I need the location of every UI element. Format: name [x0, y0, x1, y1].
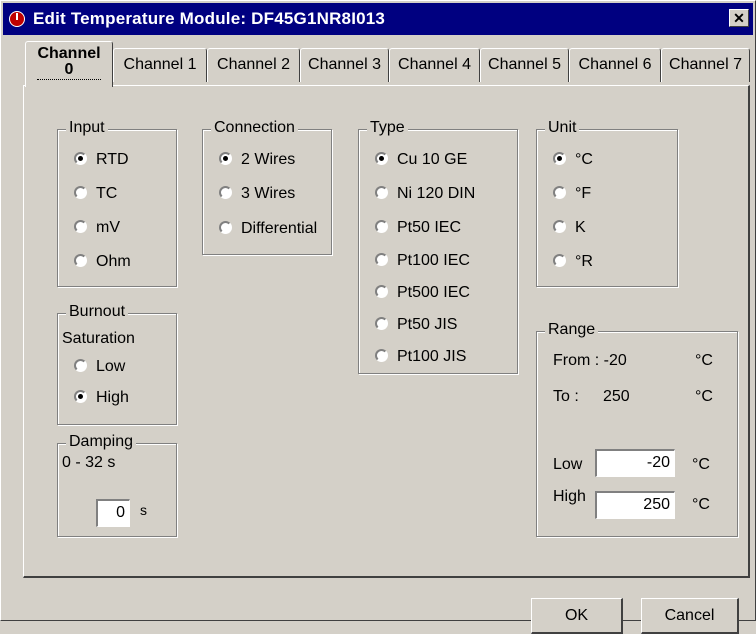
- damping-unit: s: [140, 502, 147, 518]
- title-bar[interactable]: Edit Temperature Module: DF45G1NR8I013 ✕: [3, 3, 753, 35]
- type-group: Type Cu 10 GE Ni 120 DIN Pt50 IEC Pt100 …: [358, 119, 518, 374]
- radio-selected-icon: [74, 390, 87, 403]
- input-option-tc[interactable]: TC: [74, 183, 117, 205]
- close-button[interactable]: ✕: [729, 9, 749, 27]
- unit-option-rankine[interactable]: °R: [553, 251, 593, 273]
- tab-channel-7[interactable]: Channel 7: [661, 48, 750, 82]
- radio-selected-icon: [219, 152, 232, 165]
- radio-icon: [375, 253, 388, 266]
- radio-selected-icon: [74, 152, 87, 165]
- burnout-group: Burnout Saturation Low High: [57, 303, 177, 425]
- burnout-option-low[interactable]: Low: [74, 356, 125, 378]
- radio-icon: [219, 186, 232, 199]
- radio-icon: [553, 220, 566, 233]
- type-option-pt100iec[interactable]: Pt100 IEC: [375, 250, 470, 272]
- input-group: Input RTD TC mV Ohm: [57, 119, 177, 287]
- radio-selected-icon: [375, 152, 388, 165]
- unit-legend: Unit: [545, 119, 580, 137]
- tab-channel-5[interactable]: Channel 5: [480, 48, 569, 82]
- range-group: Range From : -20 °C To : 250 °C Low -20 …: [536, 321, 738, 537]
- radio-icon: [74, 254, 87, 267]
- input-legend: Input: [66, 119, 108, 137]
- burnout-caption: Saturation: [62, 330, 135, 347]
- app-icon: [9, 11, 25, 27]
- unit-option-fahrenheit[interactable]: °F: [553, 183, 591, 205]
- range-from-unit: °C: [695, 352, 713, 369]
- connection-option-2-wires[interactable]: 2 Wires: [219, 149, 295, 171]
- damping-caption: 0 - 32 s: [62, 454, 116, 471]
- ok-button[interactable]: OK: [531, 598, 623, 634]
- close-icon: ✕: [733, 10, 745, 26]
- burnout-legend: Burnout: [66, 303, 129, 321]
- input-option-rtd[interactable]: RTD: [74, 149, 129, 171]
- input-option-mv[interactable]: mV: [74, 217, 120, 239]
- burnout-option-high[interactable]: High: [74, 387, 129, 409]
- edit-temperature-module-dialog: Edit Temperature Module: DF45G1NR8I013 ✕…: [0, 0, 756, 634]
- damping-group: Damping 0 - 32 s 0 s: [57, 433, 177, 537]
- type-option-pt100jis[interactable]: Pt100 JIS: [375, 346, 466, 368]
- window-title: Edit Temperature Module: DF45G1NR8I013: [33, 9, 386, 28]
- range-to-unit: °C: [695, 388, 713, 405]
- damping-legend: Damping: [66, 433, 137, 451]
- radio-icon: [553, 186, 566, 199]
- range-to-label: To :: [553, 388, 579, 405]
- radio-icon: [375, 186, 388, 199]
- radio-icon: [74, 186, 87, 199]
- unit-group: Unit °C °F K °R: [536, 119, 678, 287]
- tab-channel-1[interactable]: Channel 1: [113, 48, 207, 82]
- tab-channel-4[interactable]: Channel 4: [389, 48, 480, 82]
- input-option-ohm[interactable]: Ohm: [74, 251, 131, 273]
- connection-group: Connection 2 Wires 3 Wires Differential: [202, 119, 332, 255]
- range-to-value: 250: [603, 388, 630, 405]
- connection-option-3-wires[interactable]: 3 Wires: [219, 183, 295, 205]
- damping-input[interactable]: 0: [96, 499, 130, 527]
- unit-option-celsius[interactable]: °C: [553, 149, 593, 171]
- tab-channel-6[interactable]: Channel 6: [569, 48, 661, 82]
- cancel-button[interactable]: Cancel: [641, 598, 739, 634]
- range-low-label: Low: [553, 456, 583, 473]
- type-legend: Type: [367, 119, 408, 137]
- type-option-pt50iec[interactable]: Pt50 IEC: [375, 217, 461, 239]
- radio-icon: [375, 349, 388, 362]
- connection-legend: Connection: [211, 119, 298, 137]
- tab-label: Channel: [37, 45, 101, 62]
- radio-icon: [219, 221, 232, 234]
- radio-selected-icon: [553, 152, 566, 165]
- connection-option-differential[interactable]: Differential: [219, 218, 317, 240]
- tab-channel-0[interactable]: Channel 0: [25, 41, 113, 87]
- tab-channel-2[interactable]: Channel 2: [207, 48, 300, 82]
- range-low-input[interactable]: -20: [595, 449, 675, 477]
- range-high-label: High: [553, 488, 586, 505]
- radio-icon: [375, 220, 388, 233]
- type-option-ni120din[interactable]: Ni 120 DIN: [375, 183, 475, 205]
- tab-number: 0: [36, 62, 102, 80]
- range-high-unit: °C: [692, 496, 710, 513]
- range-from-label: From : -20: [553, 352, 627, 369]
- type-option-cu10ge[interactable]: Cu 10 GE: [375, 149, 467, 171]
- tab-channel-3[interactable]: Channel 3: [300, 48, 389, 82]
- type-option-pt50jis[interactable]: Pt50 JIS: [375, 314, 457, 336]
- range-high-input[interactable]: 250: [595, 491, 675, 519]
- radio-icon: [375, 317, 388, 330]
- range-legend: Range: [545, 321, 599, 339]
- radio-icon: [553, 254, 566, 267]
- range-low-unit: °C: [692, 456, 710, 473]
- radio-icon: [74, 220, 87, 233]
- unit-option-kelvin[interactable]: K: [553, 217, 586, 239]
- radio-icon: [74, 359, 87, 372]
- radio-icon: [375, 285, 388, 298]
- type-option-pt500iec[interactable]: Pt500 IEC: [375, 282, 470, 304]
